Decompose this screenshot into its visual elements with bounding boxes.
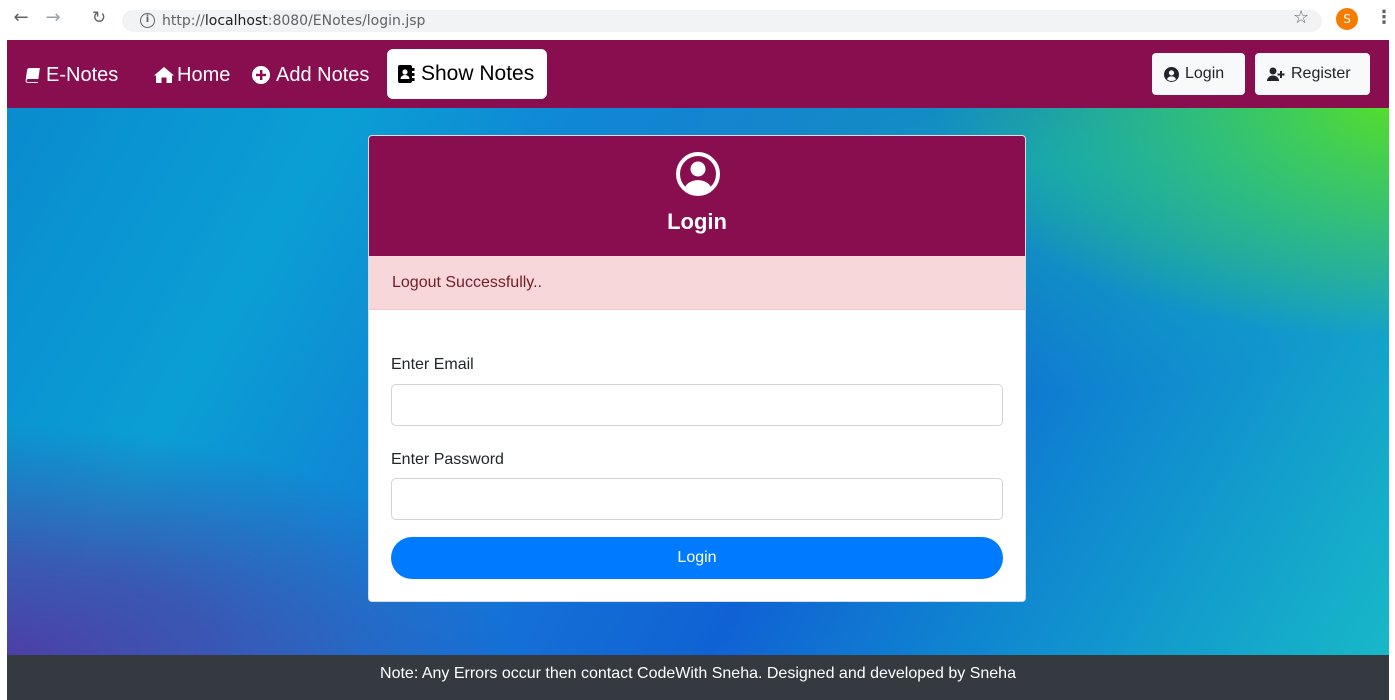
login-nav-button[interactable]: Login bbox=[1152, 53, 1245, 95]
brand-link[interactable]: E-Notes bbox=[24, 62, 118, 88]
user-circle-icon bbox=[676, 152, 720, 201]
password-input[interactable] bbox=[391, 478, 1003, 520]
nav-show-notes-label: Show Notes bbox=[421, 62, 535, 85]
menu-kebab-icon[interactable]: ⋮ bbox=[1375, 7, 1393, 29]
password-label: Enter Password bbox=[391, 451, 504, 468]
bookmark-star-icon[interactable]: ☆ bbox=[1293, 7, 1309, 29]
plus-circle-icon bbox=[252, 66, 270, 84]
nav-home-label: Home bbox=[177, 64, 231, 86]
url-text[interactable]: http://localhost:8080/ENotes/login.jsp bbox=[162, 13, 425, 29]
register-nav-button[interactable]: Register bbox=[1255, 53, 1370, 95]
nav-add-notes-label: Add Notes bbox=[276, 64, 370, 86]
profile-avatar[interactable]: S bbox=[1336, 8, 1358, 30]
back-arrow-icon[interactable]: ← bbox=[10, 6, 32, 30]
email-label: Enter Email bbox=[391, 356, 474, 373]
nav-home[interactable]: Home bbox=[153, 62, 230, 88]
email-input[interactable] bbox=[391, 384, 1003, 426]
login-title: Login bbox=[667, 209, 727, 234]
reload-icon[interactable]: ↻ bbox=[88, 6, 110, 30]
user-plus-icon bbox=[1267, 67, 1285, 81]
nav-add-notes[interactable]: Add Notes bbox=[252, 62, 369, 88]
book-icon bbox=[24, 67, 40, 83]
home-icon bbox=[153, 66, 175, 84]
nav-show-notes[interactable]: Show Notes bbox=[387, 49, 547, 99]
login-card-header: Login bbox=[369, 136, 1025, 256]
logout-alert: Logout Successfully.. bbox=[369, 256, 1025, 310]
login-nav-label: Login bbox=[1185, 65, 1225, 82]
login-card: Login Logout Successfully.. Enter Email … bbox=[368, 135, 1026, 602]
login-submit-button[interactable]: Login bbox=[391, 537, 1003, 579]
footer-text: Note: Any Errors occur then contact Code… bbox=[380, 665, 1016, 682]
register-nav-label: Register bbox=[1291, 65, 1351, 82]
forward-arrow-icon[interactable]: → bbox=[42, 6, 64, 30]
brand-label: E-Notes bbox=[46, 64, 119, 86]
footer: Note: Any Errors occur then contact Code… bbox=[7, 655, 1389, 700]
app-navbar: E-Notes Home Add Notes Show Notes Login … bbox=[7, 40, 1389, 108]
address-bar[interactable]: i http://localhost:8080/ENotes/login.jsp bbox=[122, 10, 1322, 32]
address-book-icon bbox=[397, 64, 415, 84]
user-circle-icon bbox=[1164, 66, 1179, 82]
info-icon[interactable]: i bbox=[140, 13, 155, 28]
browser-toolbar: ← → ↻ i http://localhost:8080/ENotes/log… bbox=[0, 0, 1395, 40]
